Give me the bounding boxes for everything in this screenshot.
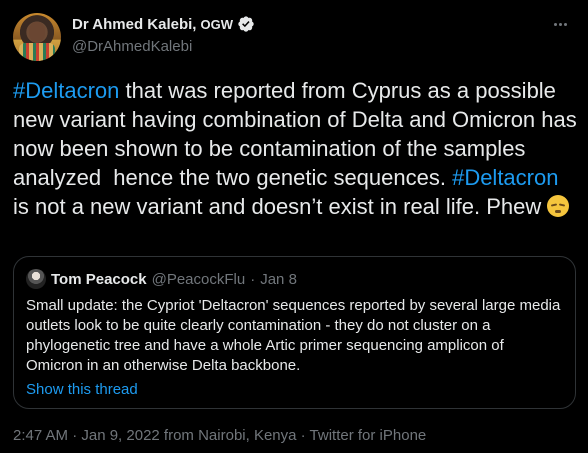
quoted-author-name: Tom Peacock xyxy=(51,270,147,288)
tweet-timestamp[interactable]: 2:47 AM · Jan 9, 2022 from Nairobi, Keny… xyxy=(13,427,426,444)
author-name[interactable]: Dr Ahmed Kalebi, OGW xyxy=(72,15,255,33)
tweet-text: #Deltacron that was reported from Cyprus… xyxy=(13,76,578,221)
author-name-text: Dr Ahmed Kalebi, xyxy=(72,15,197,33)
author-name-suffix: OGW xyxy=(200,16,233,32)
author-avatar[interactable] xyxy=(13,13,61,61)
quoted-tweet-header: Tom Peacock @PeacockFlu · Jan 8 xyxy=(26,269,563,289)
quoted-author-avatar xyxy=(26,269,46,289)
avatar-scarf xyxy=(19,43,55,61)
quoted-tweet[interactable]: Tom Peacock @PeacockFlu · Jan 8 Small up… xyxy=(13,256,576,409)
verified-badge-icon xyxy=(238,16,254,32)
author-block: Dr Ahmed Kalebi, OGW @DrAhmedKalebi xyxy=(72,15,255,55)
separator-dot: · xyxy=(250,270,256,288)
avatar-face xyxy=(29,22,45,42)
relieved-face-emoji-icon xyxy=(547,195,570,217)
hashtag-link[interactable]: #Deltacron xyxy=(452,165,558,190)
show-thread-link[interactable]: Show this thread xyxy=(26,381,138,398)
hashtag-link[interactable]: #Deltacron xyxy=(13,78,119,103)
author-handle[interactable]: @DrAhmedKalebi xyxy=(72,38,255,55)
quoted-tweet-date: Jan 8 xyxy=(260,270,297,288)
quoted-author-handle: @PeacockFlu xyxy=(151,270,246,288)
more-options-icon[interactable] xyxy=(550,14,570,34)
quoted-tweet-text: Small update: the Cypriot 'Deltacron' se… xyxy=(26,297,561,374)
